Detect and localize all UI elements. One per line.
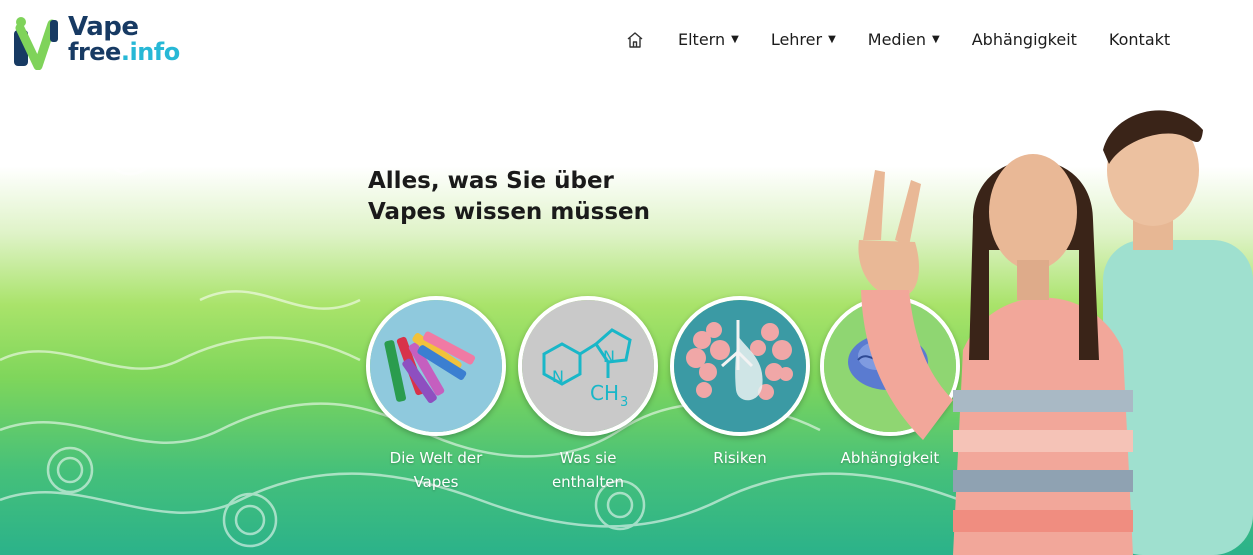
home-icon[interactable] [626, 31, 644, 49]
card-label-line1: Risiken [713, 449, 767, 467]
card-image: N N CH 3 [518, 296, 658, 436]
hero-title-line1: Alles, was Sie über [368, 168, 614, 194]
nav-label: Abhängigkeit [971, 30, 1077, 49]
site-logo[interactable]: Vape free.info [12, 12, 202, 72]
logo-text-info: info [129, 38, 180, 66]
logo-text-free-info: free.info [68, 38, 180, 66]
nav-item-abhaengigkeit[interactable]: Abhängigkeit [972, 30, 1077, 49]
card-label: Was sie enthalten [518, 446, 658, 494]
nav-item-medien[interactable]: Medien ▼ [868, 30, 940, 49]
hero-title-line2: Vapes wissen müssen [368, 199, 651, 225]
card-label-line2: enthalten [551, 473, 625, 491]
card-label-line2: Vapes [413, 473, 459, 491]
nav-item-kontakt[interactable]: Kontakt [1109, 30, 1170, 49]
nav-label: Medien [867, 30, 927, 49]
nav-label: Lehrer [770, 30, 823, 49]
hero-title: Alles, was Sie über Vapes wissen müssen [368, 166, 728, 228]
caret-down-icon: ▼ [932, 34, 940, 45]
card-welt-der-vapes[interactable]: Die Welt der Vapes [366, 296, 506, 494]
card-label: Risiken [670, 446, 810, 470]
vape-pens-icon [370, 300, 502, 432]
card-label-line1: Was sie [559, 449, 617, 467]
formula-n-right: N [603, 347, 615, 366]
card-image [366, 296, 506, 436]
nav-item-lehrer[interactable]: Lehrer ▼ [771, 30, 836, 49]
card-image [670, 296, 810, 436]
hero-teens-image [858, 110, 1253, 555]
formula-ch: CH [590, 381, 619, 405]
main-nav: Eltern ▼ Lehrer ▼ Medien ▼ Abhängigkeit Kon… [626, 30, 1170, 49]
card-label-line1: Die Welt der [389, 449, 483, 467]
formula-sub: 3 [620, 395, 628, 410]
logo-mark-icon [14, 17, 58, 70]
card-risiken[interactable]: Risiken [670, 296, 810, 470]
nav-label: Kontakt [1108, 30, 1171, 49]
nicotine-molecule-icon: N N CH 3 [522, 300, 654, 432]
lungs-icon [674, 300, 806, 432]
card-label: Die Welt der Vapes [366, 446, 506, 494]
formula-n-left: N [552, 367, 564, 386]
nav-label: Eltern [678, 30, 726, 49]
card-was-sie-enthalten[interactable]: N N CH 3 Was sie enthalten [518, 296, 658, 494]
caret-down-icon: ▼ [828, 34, 836, 45]
caret-down-icon: ▼ [731, 34, 739, 45]
nav-item-eltern[interactable]: Eltern ▼ [678, 30, 739, 49]
site-header: Vape free.info Eltern ▼ Lehrer ▼ Medien ▼ A… [0, 0, 1253, 80]
logo-text-free: free [68, 38, 121, 66]
